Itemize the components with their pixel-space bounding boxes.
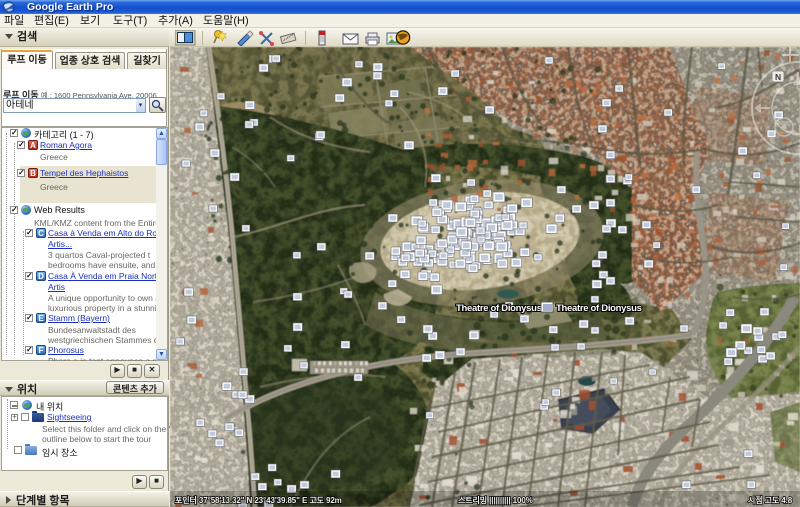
- svg-text:N: N: [775, 72, 781, 82]
- svg-text:포인터 37°58'13.32" N 23°43'39.: 포인터 37°58'13.32" N 23°43'39.85" E 고도 92m: [175, 495, 342, 505]
- svg-text:Theatre of Dionysus: Theatre of Dionysus: [456, 303, 542, 314]
- svg-text:시점 고도 4.8: 시점 고도 4.8: [748, 495, 793, 505]
- svg-text:스트리밍 |||||||||| 100%: 스트리밍 |||||||||| 100%: [458, 495, 533, 505]
- svg-text:Theatre of Dionysus: Theatre of Dionysus: [556, 303, 642, 314]
